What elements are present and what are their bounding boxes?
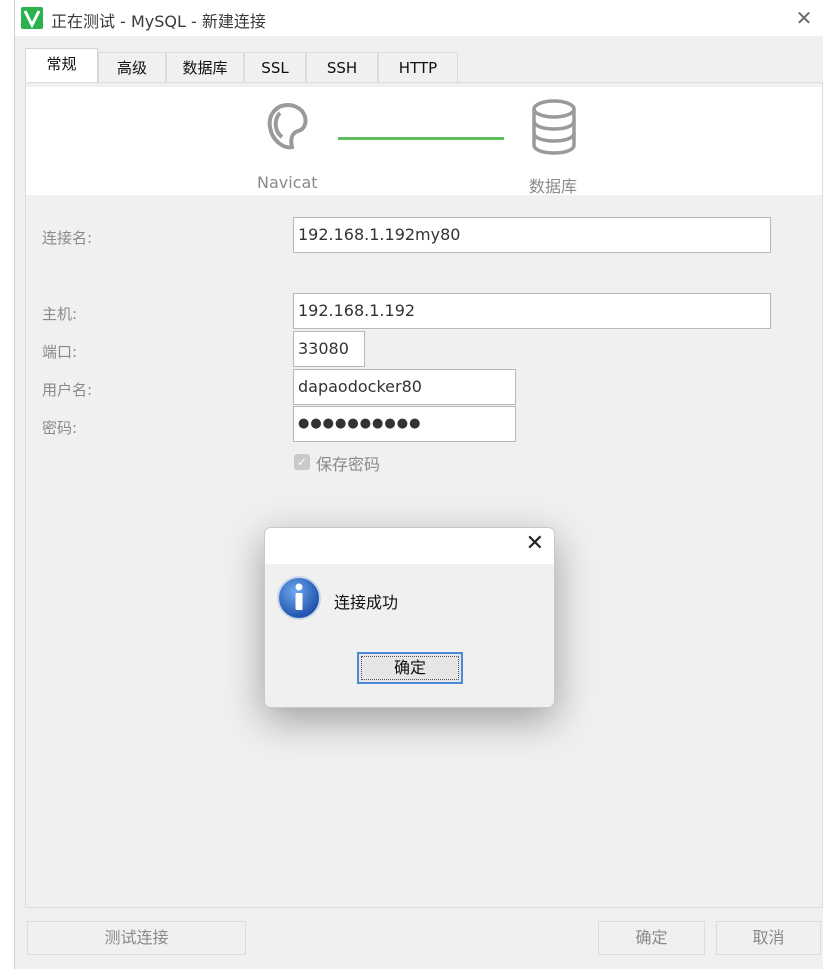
banner-connector-line: [338, 137, 504, 140]
tab-bar: 常规 高级 数据库 SSL SSH HTTP: [25, 48, 823, 83]
save-password-checkbox[interactable]: ✓: [294, 454, 310, 470]
dialog-ok-focus-ring: [361, 656, 459, 680]
database-icon: [532, 99, 576, 155]
username-field[interactable]: dapaodocker80: [293, 369, 516, 405]
port-field[interactable]: 33080: [293, 331, 365, 367]
tab-http[interactable]: HTTP: [378, 52, 458, 82]
dialog-message: 连接成功: [334, 593, 399, 612]
banner-database-label: 数据库: [529, 177, 578, 196]
success-dialog: ✕ 连接成功 确定: [264, 527, 555, 708]
tab-advanced[interactable]: 高级: [98, 52, 166, 82]
host-field[interactable]: 192.168.1.192: [293, 293, 771, 329]
test-connection-button[interactable]: 测试连接: [27, 921, 246, 955]
dialog-close-button[interactable]: ✕: [526, 531, 544, 556]
banner-navicat-label: Navicat: [257, 173, 318, 192]
tab-ssh[interactable]: SSH: [306, 52, 378, 82]
tab-general[interactable]: 常规: [25, 48, 98, 83]
password-field[interactable]: ●●●●●●●●●●: [293, 406, 516, 442]
info-icon: [277, 576, 321, 620]
host-label: 主机:: [42, 305, 78, 323]
tab-databases[interactable]: 数据库: [166, 52, 244, 82]
tab-ssl[interactable]: SSL: [244, 52, 306, 82]
connection-name-label: 连接名:: [42, 229, 93, 247]
password-label: 密码:: [42, 419, 78, 437]
connection-banner: Navicat 数据库: [26, 87, 822, 196]
dialog-ok-button[interactable]: 确定: [357, 652, 463, 684]
general-panel: Navicat 数据库 连接名: 192.168.1.192my80 主机: 1…: [25, 82, 823, 908]
username-label: 用户名:: [42, 381, 93, 399]
ok-button[interactable]: 确定: [598, 921, 705, 955]
connection-name-field[interactable]: 192.168.1.192my80: [293, 217, 771, 253]
navicat-app-icon: [21, 7, 43, 29]
new-connection-window: 正在测试 - MySQL - 新建连接 ✕ 常规 高级 数据库 SSL SSH …: [14, 0, 823, 969]
port-label: 端口:: [42, 343, 78, 361]
cancel-button[interactable]: 取消: [716, 921, 821, 955]
window-close-button[interactable]: ✕: [790, 4, 818, 32]
title-bar: 正在测试 - MySQL - 新建连接 ✕: [15, 0, 823, 36]
navicat-logo-icon: [267, 102, 308, 150]
window-title: 正在测试 - MySQL - 新建连接: [51, 12, 266, 31]
save-password-label: 保存密码: [316, 455, 381, 474]
dialog-title-bar: ✕: [265, 528, 554, 564]
